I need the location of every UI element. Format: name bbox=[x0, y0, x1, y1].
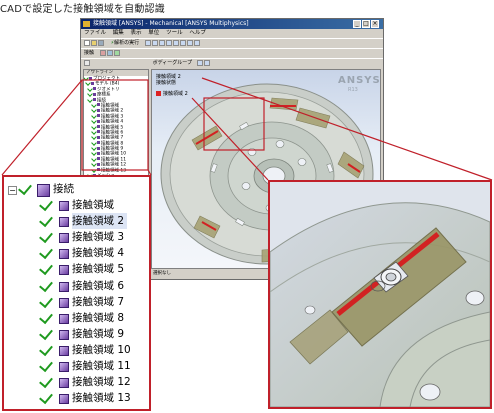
check-icon bbox=[39, 341, 53, 357]
check-icon bbox=[39, 245, 53, 260]
tree-item-contact-region[interactable]: 接触領域 8 bbox=[72, 310, 127, 326]
tree-item-contact-region[interactable]: 接触領域 9 bbox=[72, 326, 127, 342]
tree-parent-connections[interactable]: 接続 bbox=[53, 181, 74, 197]
contact-tree-zoom: − 接続 接触領域 接触領域 2 接触領域 3 接触領域 4 接触領域 5 接触領域 6接… bbox=[2, 175, 151, 411]
callout-line-right-top bbox=[191, 97, 269, 181]
tree-item-contact-region[interactable]: 接触領域 3 bbox=[72, 229, 127, 245]
tree-item-contact-region[interactable]: 接触領域 2 bbox=[72, 213, 128, 230]
contact-region-icon bbox=[59, 201, 69, 211]
tree-item-contact-region[interactable]: 接触領域 bbox=[72, 197, 117, 213]
tree-item-contact-region[interactable]: 接触領域 7 bbox=[72, 294, 127, 310]
contact-region-icon bbox=[59, 378, 69, 389]
check-icon bbox=[39, 357, 53, 373]
check-icon bbox=[39, 390, 53, 405]
contact-region-icon bbox=[59, 345, 69, 356]
check-icon bbox=[39, 293, 53, 308]
contact-region-icon bbox=[59, 329, 69, 340]
check-icon bbox=[39, 229, 53, 244]
contact-region-icon bbox=[59, 265, 69, 276]
contact-region-icon bbox=[59, 281, 69, 292]
tree-item-mesh[interactable]: メッシュ bbox=[53, 407, 95, 409]
connections-icon bbox=[37, 184, 50, 197]
check-icon bbox=[39, 373, 53, 389]
outline-callout-box bbox=[81, 79, 149, 171]
check-icon bbox=[39, 212, 53, 228]
tree-item-contact-region[interactable]: 接触領域 12 bbox=[72, 374, 134, 390]
tree-item-contact-region[interactable]: 接触領域 10 bbox=[72, 342, 134, 358]
model-detail-zoom bbox=[268, 180, 492, 409]
check-icon bbox=[39, 196, 53, 212]
tree-item-contact-region[interactable]: 接触領域 5 bbox=[72, 261, 127, 277]
contact-region-icon bbox=[59, 217, 69, 228]
tree-item-contact-region[interactable]: 接触領域 13 bbox=[72, 390, 134, 406]
contact-region-icon bbox=[59, 233, 69, 244]
check-icon bbox=[39, 309, 53, 324]
check-icon bbox=[18, 180, 32, 196]
tree-item-contact-region[interactable]: 接触領域 6 bbox=[72, 278, 127, 294]
contact-region-icon bbox=[59, 313, 69, 324]
tree-item-contact-region[interactable]: 接触領域 11 bbox=[72, 358, 134, 374]
callout-line-left-top bbox=[1, 79, 83, 176]
contact-region-icon bbox=[59, 394, 69, 405]
collapse-toggle[interactable]: − bbox=[8, 186, 17, 195]
check-icon bbox=[39, 277, 53, 292]
detail-render bbox=[270, 182, 490, 407]
tree-item-contact-region[interactable]: 接触領域 4 bbox=[72, 245, 127, 261]
check-icon bbox=[39, 261, 53, 276]
callout-line-right-mid bbox=[201, 77, 493, 181]
contact-region-icon bbox=[59, 362, 69, 372]
check-icon bbox=[39, 325, 53, 340]
contact-region-icon bbox=[59, 249, 69, 260]
contact-region-icon bbox=[59, 297, 69, 308]
